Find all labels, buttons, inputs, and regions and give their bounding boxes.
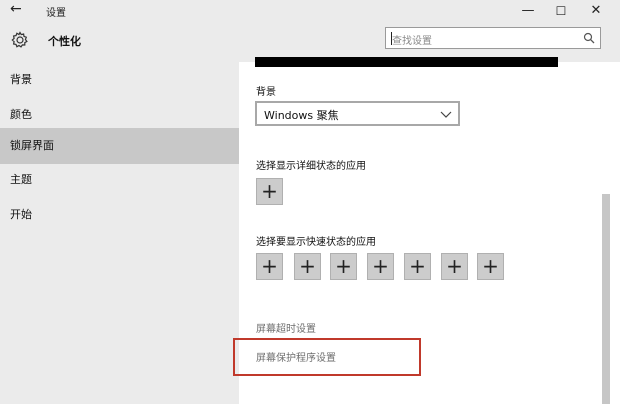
search-icon[interactable] bbox=[583, 32, 595, 44]
sidebar-item-label: 主题 bbox=[10, 173, 32, 186]
sidebar-item-label: 背景 bbox=[10, 73, 32, 86]
header-strip: 查找设置 bbox=[239, 22, 620, 62]
sidebar-item-label: 开始 bbox=[10, 208, 32, 221]
minimize-button[interactable]: — bbox=[510, 0, 546, 22]
maximize-button[interactable]: ☐ bbox=[543, 0, 579, 22]
add-detailed-status-app-button[interactable]: + bbox=[256, 178, 283, 205]
highlight-annotation-box bbox=[233, 338, 421, 376]
add-quick-status-app-button[interactable]: + bbox=[404, 253, 431, 280]
sidebar-item-background[interactable]: 背景 bbox=[0, 62, 239, 98]
sidebar-item-themes[interactable]: 主题 bbox=[0, 162, 239, 198]
quick-status-label: 选择要显示快速状态的应用 bbox=[256, 237, 376, 248]
add-quick-status-app-button[interactable]: + bbox=[477, 253, 504, 280]
lock-screen-preview bbox=[255, 57, 558, 67]
sidebar-item-label: 颜色 bbox=[10, 108, 32, 121]
background-dropdown[interactable]: Windows 聚焦 bbox=[255, 101, 460, 126]
add-quick-status-app-button[interactable]: + bbox=[441, 253, 468, 280]
window-title: 设置 bbox=[46, 8, 66, 19]
scrollbar-thumb[interactable] bbox=[602, 194, 610, 404]
close-button[interactable]: ✕ bbox=[578, 0, 614, 22]
app-header: 个性化 bbox=[0, 22, 239, 62]
screen-timeout-settings-link[interactable]: 屏幕超时设置 bbox=[256, 320, 316, 335]
detailed-status-label: 选择显示详细状态的应用 bbox=[256, 161, 366, 172]
add-quick-status-app-button[interactable]: + bbox=[367, 253, 394, 280]
app-title: 个性化 bbox=[48, 35, 81, 48]
main-content: 查找设置 背景 Windows 聚焦 选择显示详细状态的应用 + 选择要显示快速… bbox=[233, 22, 620, 404]
sidebar-item-lock-screen[interactable]: 锁屏界面 bbox=[0, 128, 239, 164]
sidebar: 个性化 背景 颜色 锁屏界面 主题 开始 bbox=[0, 22, 239, 404]
background-label: 背景 bbox=[256, 87, 276, 98]
search-input[interactable]: 查找设置 bbox=[385, 27, 601, 49]
add-quick-status-app-button[interactable]: + bbox=[256, 253, 283, 280]
sidebar-item-start[interactable]: 开始 bbox=[0, 197, 239, 233]
chevron-down-icon bbox=[440, 111, 452, 118]
sidebar-item-label: 锁屏界面 bbox=[10, 139, 54, 152]
add-quick-status-app-button[interactable]: + bbox=[330, 253, 357, 280]
back-button[interactable]: ← bbox=[10, 1, 22, 17]
title-bar: ← 设置 — ☐ ✕ bbox=[0, 0, 620, 22]
add-quick-status-app-button[interactable]: + bbox=[294, 253, 321, 280]
search-placeholder: 查找设置 bbox=[392, 36, 432, 47]
background-dropdown-value: Windows 聚焦 bbox=[264, 109, 339, 122]
gear-icon bbox=[11, 31, 28, 48]
